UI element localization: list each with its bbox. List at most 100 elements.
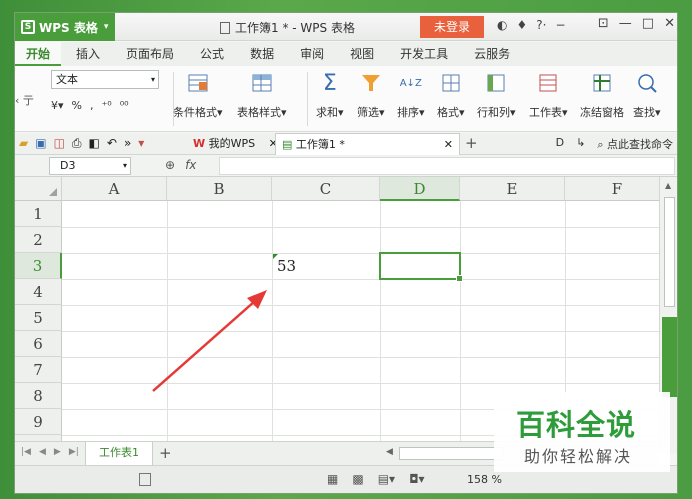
view-mode-buttons: ▦ ▩ ▤▾ ◘▾ (327, 472, 425, 486)
more-icon[interactable]: » (124, 136, 131, 151)
normal-view-icon[interactable]: ▦ (327, 472, 338, 486)
formula-bar: D3 ▾ ⊕ fx (15, 155, 677, 177)
wps-w-icon: W (193, 137, 206, 150)
macro-record-icon[interactable] (139, 473, 151, 486)
sort-button[interactable]: A↓Z 排序▾ (397, 72, 425, 120)
ribbon-scroll-left-icon[interactable]: ‹ 亍 (15, 92, 34, 108)
scroll-left-icon[interactable]: ◀ (386, 447, 393, 457)
customize-icon[interactable]: ▾ (138, 136, 144, 151)
tab-review[interactable]: 审阅 (289, 42, 335, 66)
button-label: 冻结窗格 (580, 106, 624, 119)
conditional-format-button[interactable]: 条件格式▾ (173, 72, 223, 120)
quick-access-tools: ▰ ▣ ◫ ⎙ ◧ ↶ » ▾ (19, 136, 144, 151)
button-label: 筛选 (357, 106, 379, 119)
thousands-icon[interactable]: , (90, 99, 94, 112)
skin-icon[interactable]: ◐ (497, 18, 507, 32)
zoom-level[interactable]: 158 % (467, 473, 502, 486)
tab-formulas[interactable]: 公式 (189, 42, 235, 66)
watermark-subtitle: 助你轻松解决 (524, 447, 633, 466)
button-label: 工作表 (529, 106, 562, 119)
tab-developer[interactable]: 开发工具 (389, 42, 459, 66)
conditional-format-icon (186, 72, 210, 94)
app-menu-button[interactable]: S WPS 表格 ▾ (15, 13, 115, 41)
rows-columns-icon (484, 72, 508, 94)
minimize-ribbon-icon[interactable]: − (555, 18, 565, 32)
tab-my-wps[interactable]: W 我的WPS ✕ (187, 133, 284, 155)
add-sheet-icon[interactable]: + (159, 444, 172, 462)
scroll-up-icon[interactable]: ▲ (665, 181, 671, 190)
sheet-navigation: |◀ ◀ ▶ ▶| (21, 447, 79, 457)
skin-d-icon[interactable]: D (556, 136, 564, 152)
tab-cloud[interactable]: 云服务 (463, 42, 521, 66)
tab-home[interactable]: 开始 (15, 42, 62, 66)
scrollbar-thumb[interactable] (664, 197, 675, 307)
save-icon[interactable]: ▣ (35, 136, 46, 151)
find-button[interactable]: 查找▾ (633, 72, 661, 120)
first-sheet-icon[interactable]: |◀ (21, 447, 31, 457)
shirt-icon[interactable]: ♦ (516, 18, 527, 32)
formula-input[interactable] (219, 157, 675, 175)
last-sheet-icon[interactable]: ▶| (69, 447, 79, 457)
side-panel-handle[interactable] (662, 317, 677, 397)
zoom-search-icon[interactable]: ⊕ (165, 158, 175, 172)
freeze-panes-icon (590, 72, 614, 94)
fx-icon[interactable]: fx (185, 158, 196, 172)
increase-decimal-icon[interactable]: ⁺⁰ (101, 99, 111, 112)
prev-sheet-icon[interactable]: ◀ (39, 447, 46, 457)
sum-icon: Σ (322, 70, 337, 96)
export-pdf-icon[interactable]: ◫ (54, 136, 65, 151)
search-icon: ⌕ (597, 138, 604, 151)
wps-logo-icon: S (21, 20, 35, 34)
search-command[interactable]: ⌕ 点此查找命令 (597, 136, 673, 152)
help-icon[interactable]: ?· (536, 18, 546, 32)
tab-insert[interactable]: 插入 (65, 42, 111, 66)
undo-icon[interactable]: ↶ (107, 136, 117, 151)
percent-icon[interactable]: % (72, 99, 82, 112)
button-label: 查找 (633, 106, 655, 119)
print-icon[interactable]: ⎙ (72, 136, 82, 151)
button-label: 条件格式 (173, 106, 217, 119)
next-sheet-icon[interactable]: ▶ (54, 447, 61, 457)
login-button[interactable]: 未登录 (420, 16, 484, 38)
tab-data[interactable]: 数据 (239, 42, 285, 66)
new-tab-icon[interactable]: + (465, 134, 478, 152)
number-format-tools: ¥▾ % , ⁺⁰ ⁰⁰ (51, 99, 129, 112)
watermark: 百科全说 助你轻松解决 (494, 392, 670, 472)
open-folder-icon[interactable]: ▰ (19, 136, 28, 151)
eye-protection-icon[interactable]: ◘▾ (409, 472, 425, 486)
command-search: D ↳ ⌕ 点此查找命令 (556, 136, 673, 152)
worksheet-button[interactable]: 工作表▾ (529, 72, 568, 120)
ribbon-panel: ‹ 亍 文本 ▾ ¥▾ % , ⁺⁰ ⁰⁰ 条件格式▾ 表格样式▾ Σ 求和▾ … (15, 66, 677, 132)
maximize-icon[interactable]: □ (642, 16, 654, 31)
restore-icon[interactable]: ⊡ (598, 16, 609, 31)
tab-view[interactable]: 视图 (339, 42, 385, 66)
rows-columns-button[interactable]: 行和列▾ (477, 72, 516, 120)
find-icon (635, 72, 659, 94)
sum-button[interactable]: Σ 求和▾ (316, 70, 344, 120)
name-box[interactable]: D3 ▾ (49, 157, 131, 175)
horizontal-scrollbar[interactable]: ◀ (386, 447, 503, 460)
currency-icon[interactable]: ¥▾ (51, 99, 64, 112)
sheet-tab-1[interactable]: 工作表1 (85, 442, 153, 466)
filter-button[interactable]: 筛选▾ (357, 72, 385, 120)
minimize-icon[interactable]: — (619, 16, 632, 31)
print-preview-icon[interactable]: ◧ (89, 136, 100, 151)
chevron-down-icon: ▾ (122, 161, 127, 170)
decrease-decimal-icon[interactable]: ⁰⁰ (120, 99, 129, 112)
page-break-view-icon[interactable]: ▩ (352, 472, 363, 486)
page-layout-view-icon[interactable]: ▤▾ (378, 472, 395, 486)
share-icon[interactable]: ↳ (576, 136, 585, 152)
tab-current-workbook[interactable]: ▤ 工作簿1 * ✕ (275, 133, 460, 155)
freeze-panes-button[interactable]: 冻结窗格 (580, 72, 624, 120)
tab-page-layout[interactable]: 页面布局 (115, 42, 185, 66)
titlebar-tools: ◐ ♦ ?· − (497, 18, 566, 32)
format-button[interactable]: 格式▾ (437, 72, 465, 120)
table-style-button[interactable]: 表格样式▾ (237, 72, 287, 120)
ribbon-separator (307, 72, 308, 126)
close-icon[interactable]: ✕ (444, 134, 453, 156)
number-format-select[interactable]: 文本 ▾ (51, 70, 159, 89)
close-icon[interactable]: ✕ (664, 16, 675, 31)
app-name: WPS 表格 (39, 20, 98, 35)
chevron-down-icon: ▾ (150, 75, 155, 84)
window-title-text: 工作簿1 * - WPS 表格 (235, 21, 355, 35)
